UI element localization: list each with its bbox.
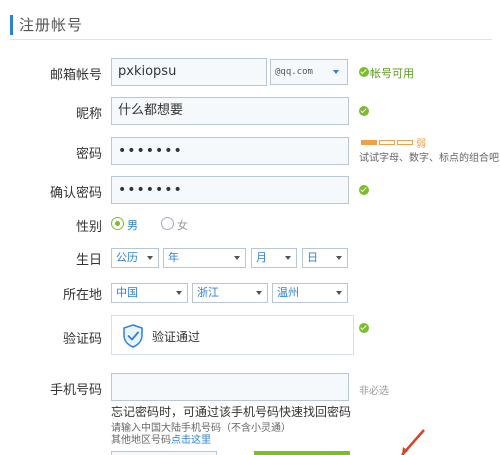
country-value: 中国 bbox=[116, 286, 138, 299]
email-label: 邮箱帐号 bbox=[49, 68, 102, 83]
chevron-down-icon bbox=[333, 70, 339, 74]
calendar-type-value: 公历 bbox=[116, 251, 138, 264]
gender-male-label[interactable]: 男 bbox=[127, 217, 138, 233]
captcha-label: 验证码 bbox=[62, 332, 102, 347]
birth-year-value: 年 bbox=[168, 251, 179, 264]
nickname-input[interactable]: 什么都想要 bbox=[111, 97, 349, 125]
phone-other-region: 其他地区号码点击这里 bbox=[111, 431, 211, 446]
email-input[interactable]: pxkiopsu bbox=[111, 58, 267, 86]
password-hint: 试试字母、数字、标点的组合吧 bbox=[359, 153, 499, 164]
nickname-label: 昵称 bbox=[75, 107, 102, 122]
check-circle-icon bbox=[359, 106, 369, 116]
email-status-text: 帐号可用 bbox=[370, 67, 414, 80]
calendar-type-select[interactable]: 公历 bbox=[111, 248, 159, 268]
submit-button-partial[interactable] bbox=[254, 451, 350, 455]
chevron-down-icon bbox=[336, 291, 342, 295]
phone-input[interactable] bbox=[111, 373, 349, 401]
province-value: 浙江 bbox=[197, 286, 219, 299]
strength-segment bbox=[397, 140, 413, 145]
email-domain-select[interactable]: @qq.com bbox=[270, 59, 348, 85]
gender-female-label[interactable]: 女 bbox=[177, 217, 188, 233]
birthday-label: 生日 bbox=[75, 253, 102, 268]
cursor-arrow-icon bbox=[401, 429, 425, 455]
shield-check-icon bbox=[123, 324, 143, 348]
chevron-down-icon bbox=[285, 256, 291, 260]
chevron-down-icon bbox=[336, 256, 342, 260]
gender-label: 性别 bbox=[75, 220, 102, 235]
phone-info-text: 忘记密码时，可通过该手机号码快速找回密码 bbox=[111, 405, 352, 419]
bottom-input-partial[interactable] bbox=[111, 451, 217, 455]
page-title: 注册帐号 bbox=[19, 16, 84, 34]
chevron-down-icon bbox=[234, 256, 240, 260]
header-accent-bar bbox=[10, 15, 13, 35]
chevron-down-icon bbox=[147, 256, 153, 260]
phone-label: 手机号码 bbox=[49, 383, 102, 398]
password-input[interactable]: ••••••• bbox=[111, 137, 349, 165]
phone-optional-note: 非必选 bbox=[359, 386, 389, 397]
city-select[interactable]: 温州 bbox=[272, 283, 348, 303]
password-label: 密码 bbox=[75, 147, 102, 162]
confirm-password-input[interactable]: ••••••• bbox=[111, 176, 349, 204]
confirm-password-label: 确认密码 bbox=[49, 186, 102, 201]
chevron-down-icon bbox=[256, 291, 262, 295]
chevron-down-icon bbox=[176, 291, 182, 295]
birth-month-select[interactable]: 月 bbox=[251, 248, 297, 268]
gender-female-radio[interactable] bbox=[161, 217, 174, 230]
check-circle-icon bbox=[359, 67, 369, 77]
location-label: 所在地 bbox=[62, 288, 102, 303]
email-domain-value: @qq.com bbox=[275, 67, 313, 77]
strength-segment bbox=[361, 140, 377, 145]
captcha-status-text: 验证通过 bbox=[152, 330, 201, 344]
birth-month-value: 月 bbox=[256, 251, 267, 264]
city-value: 温州 bbox=[277, 286, 299, 299]
gender-male-radio[interactable] bbox=[111, 217, 124, 230]
check-circle-icon bbox=[359, 323, 369, 333]
page-header: 注册帐号 bbox=[10, 12, 492, 40]
captcha-box[interactable]: 验证通过 bbox=[111, 315, 354, 355]
province-select[interactable]: 浙江 bbox=[192, 283, 268, 303]
birth-day-select[interactable]: 日 bbox=[302, 248, 348, 268]
phone-other-region-text: 其他地区号码 bbox=[111, 435, 171, 446]
strength-level-text: 弱 bbox=[416, 139, 426, 150]
check-circle-icon bbox=[359, 185, 369, 195]
birth-year-select[interactable]: 年 bbox=[163, 248, 246, 268]
click-here-link[interactable]: 点击这里 bbox=[171, 435, 211, 446]
birth-day-value: 日 bbox=[307, 251, 318, 264]
country-select[interactable]: 中国 bbox=[111, 283, 188, 303]
strength-segment bbox=[379, 140, 395, 145]
